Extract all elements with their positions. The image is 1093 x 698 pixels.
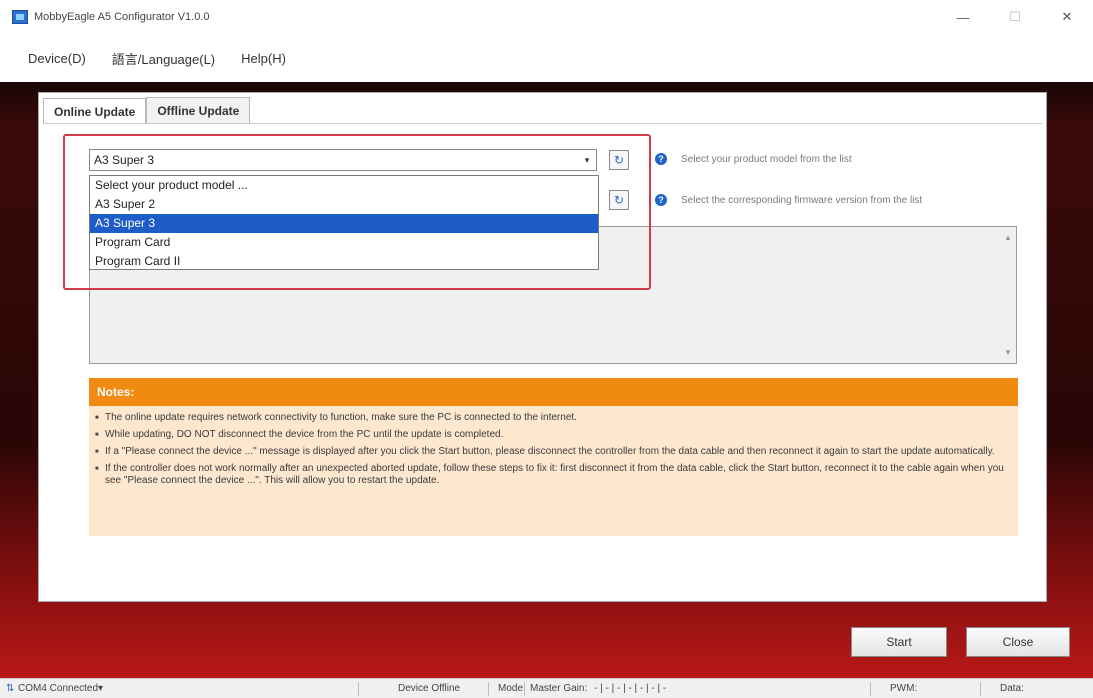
tab-divider bbox=[43, 123, 1042, 124]
info-icon: ? bbox=[655, 194, 667, 206]
firmware-hint-text: Select the corresponding firmware versio… bbox=[681, 194, 923, 206]
app-icon bbox=[12, 10, 28, 24]
start-button[interactable]: Start bbox=[851, 627, 947, 657]
scroll-down-icon[interactable]: ▼ bbox=[1004, 348, 1012, 357]
usb-icon: ⇅ bbox=[6, 683, 15, 694]
status-data: Data: bbox=[1000, 683, 1024, 694]
notes-list: The online update requires network conne… bbox=[89, 406, 1018, 487]
title-bar: MobbyEagle A5 Configurator V1.0.0 — ☐ ✕ bbox=[0, 0, 1093, 34]
scroll-up-icon[interactable]: ▲ bbox=[1004, 233, 1012, 242]
tab-online-update[interactable]: Online Update bbox=[43, 98, 147, 124]
window-controls: — ☐ ✕ bbox=[937, 0, 1093, 34]
close-window-button[interactable]: ✕ bbox=[1041, 0, 1093, 34]
note-item: The online update requires network conne… bbox=[95, 412, 1008, 424]
close-button[interactable]: Close bbox=[966, 627, 1070, 657]
note-item: While updating, DO NOT disconnect the de… bbox=[95, 429, 1008, 441]
tab-strip: Online Update Offline Update bbox=[43, 97, 251, 124]
status-pwm: PWM: bbox=[890, 683, 918, 694]
menu-language[interactable]: 語言/Language(L) bbox=[112, 49, 215, 68]
status-cells: - | - | - | - | - | - | - bbox=[594, 683, 667, 694]
product-hint-text: Select your product model from the list bbox=[681, 153, 852, 165]
annotation-highlight-box bbox=[63, 134, 651, 290]
product-hint: ? Select your product model from the lis… bbox=[655, 153, 852, 165]
note-item: If a "Please connect the device ..." mes… bbox=[95, 446, 1008, 458]
notes-panel: Notes: The online update requires networ… bbox=[89, 378, 1018, 536]
info-icon: ? bbox=[655, 153, 667, 165]
menu-help[interactable]: Help(H) bbox=[241, 51, 286, 66]
firmware-hint: ? Select the corresponding firmware vers… bbox=[655, 194, 922, 206]
status-master-gain: Master Gain: bbox=[530, 683, 588, 694]
status-bar: ⇅ COM4 Connected ▾ Device Offline Mode: … bbox=[0, 678, 1093, 698]
maximize-button[interactable]: ☐ bbox=[989, 0, 1041, 34]
notes-title: Notes: bbox=[89, 378, 1018, 406]
port-dropdown-icon[interactable]: ▾ bbox=[98, 683, 103, 694]
log-scrollbar[interactable]: ▲ ▼ bbox=[1000, 227, 1016, 363]
status-mode: Mode: bbox=[498, 683, 526, 694]
note-item: If the controller does not work normally… bbox=[95, 463, 1008, 487]
status-device: Device Offline bbox=[398, 683, 461, 694]
menu-device[interactable]: Device(D) bbox=[28, 51, 86, 66]
status-port: COM4 Connected bbox=[18, 683, 99, 694]
tab-offline-update[interactable]: Offline Update bbox=[146, 97, 251, 123]
menu-bar: Device(D) 語言/Language(L) Help(H) bbox=[0, 34, 1093, 82]
minimize-button[interactable]: — bbox=[937, 0, 989, 34]
window-title: MobbyEagle A5 Configurator V1.0.0 bbox=[34, 11, 210, 23]
